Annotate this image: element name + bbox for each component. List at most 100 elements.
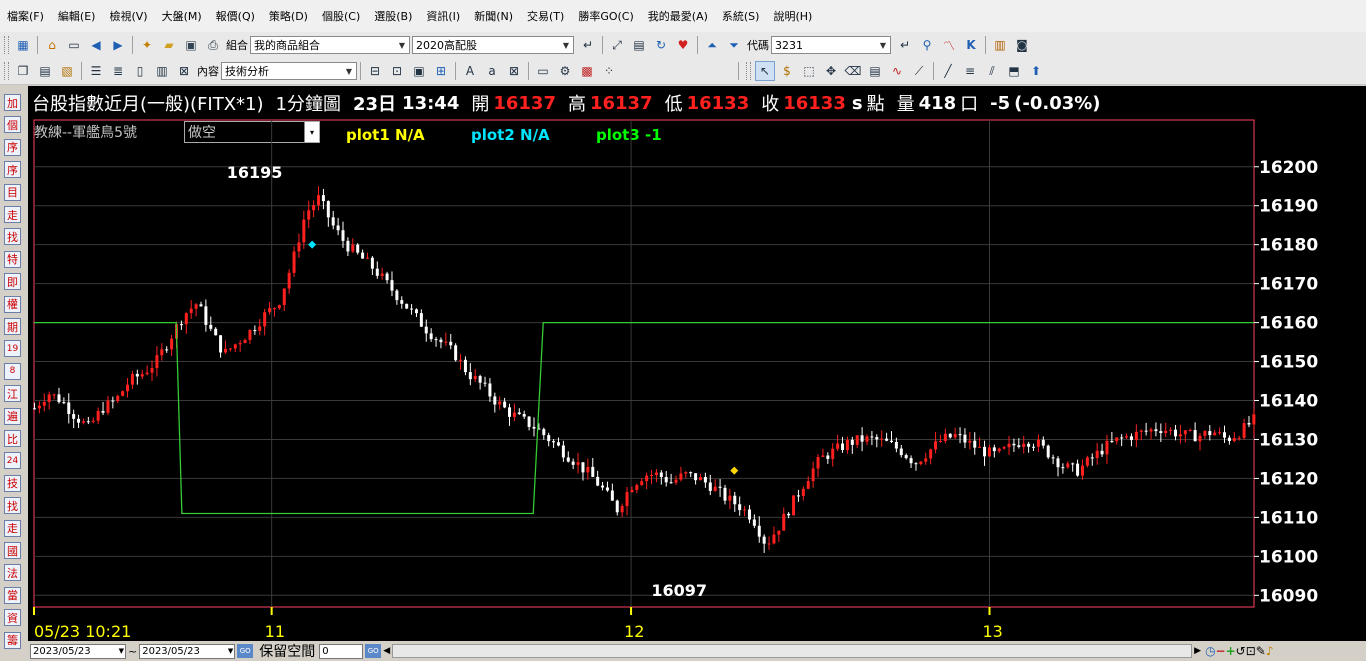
copy-icon[interactable]: ❐ xyxy=(13,61,33,81)
arrow-up-icon[interactable]: ⬆ xyxy=(1026,61,1046,81)
portfolio-select[interactable]: 2020高配股 ▼ xyxy=(412,36,574,54)
clock-icon[interactable]: ◷ xyxy=(1205,644,1215,658)
sidebar-shortcut[interactable]: 走 xyxy=(4,519,21,537)
move-icon[interactable]: ✥ xyxy=(821,61,841,81)
content-select[interactable]: 技術分析 ▼ xyxy=(221,62,357,80)
fib-icon[interactable]: ≡ xyxy=(960,61,980,81)
reserve-go-button[interactable]: GO xyxy=(365,644,382,658)
sidebar-shortcut[interactable]: 目 xyxy=(4,183,21,201)
chevron-down-icon[interactable]: ▼ xyxy=(559,37,573,53)
camera-icon[interactable]: ◙ xyxy=(1012,35,1032,55)
scroll-up-icon[interactable]: ⏶ xyxy=(702,35,722,55)
settings-icon[interactable]: ⚙ xyxy=(555,61,575,81)
sidebar-shortcut[interactable]: 19 xyxy=(4,340,21,358)
font-increase-icon[interactable]: A xyxy=(460,61,480,81)
menu-item[interactable]: 策略(D) xyxy=(262,8,315,24)
chevron-down-icon[interactable]: ▼ xyxy=(228,647,233,655)
layout-list-icon[interactable]: ≣ xyxy=(108,61,128,81)
toolbar-grip[interactable] xyxy=(4,36,9,54)
sidebar-shortcut[interactable]: 即 xyxy=(4,273,21,291)
k-line-icon[interactable]: K xyxy=(961,35,981,55)
sidebar-shortcut[interactable]: 遍 xyxy=(4,407,21,425)
sidebar-shortcut[interactable]: 當 xyxy=(4,586,21,604)
dollar-icon[interactable]: $ xyxy=(777,61,797,81)
menu-item[interactable]: 編輯(E) xyxy=(51,8,103,24)
chevron-down-icon[interactable]: ▼ xyxy=(395,37,409,53)
sidebar-shortcut[interactable]: 權 xyxy=(4,295,21,313)
sidebar-shortcut[interactable]: 技 xyxy=(4,474,21,492)
layout-columns-icon[interactable]: ▯ xyxy=(130,61,150,81)
sidebar-shortcut[interactable]: 序 xyxy=(4,138,21,156)
trend-icon[interactable]: ⟋ xyxy=(909,61,929,81)
sidebar-shortcut[interactable]: 個 xyxy=(4,116,21,134)
menu-item[interactable]: 大盤(M) xyxy=(155,8,209,24)
chevron-down-icon[interactable]: ▼ xyxy=(876,37,890,53)
palette-icon[interactable]: ⁘ xyxy=(599,61,619,81)
sidebar-shortcut[interactable]: 找 xyxy=(4,228,21,246)
chevron-down-icon[interactable]: ▼ xyxy=(119,647,124,655)
search-icon[interactable]: ⚲ xyxy=(917,35,937,55)
window-layout-icon[interactable]: ▤ xyxy=(629,35,649,55)
grid-icon[interactable]: ▦ xyxy=(13,35,33,55)
paste-icon[interactable]: ▤ xyxy=(35,61,55,81)
sidebar-shortcut[interactable]: 籌 xyxy=(4,631,21,649)
sidebar-shortcut[interactable]: 法 xyxy=(4,564,21,582)
alert-bell-icon[interactable]: ♪ xyxy=(1266,644,1274,658)
sidebar-shortcut[interactable]: 24 xyxy=(4,452,21,470)
chart-icon[interactable]: 〽 xyxy=(939,35,959,55)
code-input[interactable]: 3231 ▼ xyxy=(771,36,891,54)
sidebar-shortcut[interactable]: 江 xyxy=(4,385,21,403)
color-icon[interactable]: ▩ xyxy=(577,61,597,81)
sidebar-shortcut[interactable]: 國 xyxy=(4,542,21,559)
tool-d-icon[interactable]: ⊞ xyxy=(431,61,451,81)
report-icon[interactable]: ▥ xyxy=(990,35,1010,55)
menu-item[interactable]: 系統(S) xyxy=(715,8,767,24)
menu-item[interactable]: 選股(B) xyxy=(367,8,419,24)
date-go-button[interactable]: GO xyxy=(237,644,254,658)
box-arrow-icon[interactable]: ⬒ xyxy=(1004,61,1024,81)
open-folder-icon[interactable]: ▰ xyxy=(159,35,179,55)
eraser-icon[interactable]: ⌫ xyxy=(843,61,863,81)
zoom-in-icon[interactable]: + xyxy=(1226,644,1236,658)
toolbar-grip[interactable] xyxy=(4,62,9,80)
pen-icon[interactable]: ✎ xyxy=(1256,644,1266,658)
fit-screen-icon[interactable]: ⊡ xyxy=(1246,644,1256,658)
chevron-down-icon[interactable]: ▼ xyxy=(342,63,356,79)
font-decrease-icon[interactable]: a xyxy=(482,61,502,81)
layout-grid-icon[interactable]: ▥ xyxy=(152,61,172,81)
sidebar-shortcut[interactable]: 特 xyxy=(4,250,21,268)
refresh-icon[interactable]: ↻ xyxy=(651,35,671,55)
clipboard-icon[interactable]: ▧ xyxy=(57,61,77,81)
resize-icon[interactable]: ⤢ xyxy=(607,35,627,55)
channel-icon[interactable]: ⫽ xyxy=(982,61,1002,81)
menu-item[interactable]: 檢視(V) xyxy=(102,8,154,24)
date-to-input[interactable]: 2023/05/23 ▼ xyxy=(139,643,236,659)
back-arrow-icon[interactable]: ◀ xyxy=(86,35,106,55)
menu-item[interactable]: 檔案(F) xyxy=(0,8,51,24)
sidebar-shortcut[interactable]: 8 xyxy=(4,362,21,380)
save-icon[interactable]: ▣ xyxy=(181,35,201,55)
reset-icon[interactable]: ↺ xyxy=(1236,644,1246,658)
menu-item[interactable]: 說明(H) xyxy=(766,8,819,24)
pointer-icon[interactable]: ↖ xyxy=(755,61,775,81)
scroll-left-icon[interactable]: ◀ xyxy=(383,646,390,656)
home-icon[interactable]: ⌂ xyxy=(42,35,62,55)
scroll-right-icon[interactable]: ▶ xyxy=(1194,646,1201,656)
tool-b-icon[interactable]: ⊡ xyxy=(387,61,407,81)
reserve-space-input[interactable]: 0 xyxy=(319,643,364,659)
menu-item[interactable]: 新聞(N) xyxy=(467,8,520,24)
tool-a-icon[interactable]: ⊟ xyxy=(365,61,385,81)
layout-rows-icon[interactable]: ☰ xyxy=(86,61,106,81)
tool-c-icon[interactable]: ▣ xyxy=(409,61,429,81)
sidebar-shortcut[interactable]: 比 xyxy=(4,430,21,447)
sidebar-shortcut[interactable]: 序 xyxy=(4,161,21,179)
sidebar-shortcut[interactable]: 找 xyxy=(4,497,21,515)
new-file-icon[interactable]: ✦ xyxy=(137,35,157,55)
sidebar-shortcut[interactable]: 資 xyxy=(4,609,21,627)
candlestick-chart[interactable]: 16200 16190 16180 16170 16160 16150 16140 16130… xyxy=(28,86,1366,641)
sidebar-shortcut[interactable]: 走 xyxy=(4,206,21,223)
menu-item[interactable]: 我的最愛(A) xyxy=(641,8,715,24)
enter-icon[interactable]: ↵ xyxy=(895,35,915,55)
menu-item[interactable]: 勝率GO(C) xyxy=(571,8,640,24)
notes-icon[interactable]: ▤ xyxy=(865,61,885,81)
